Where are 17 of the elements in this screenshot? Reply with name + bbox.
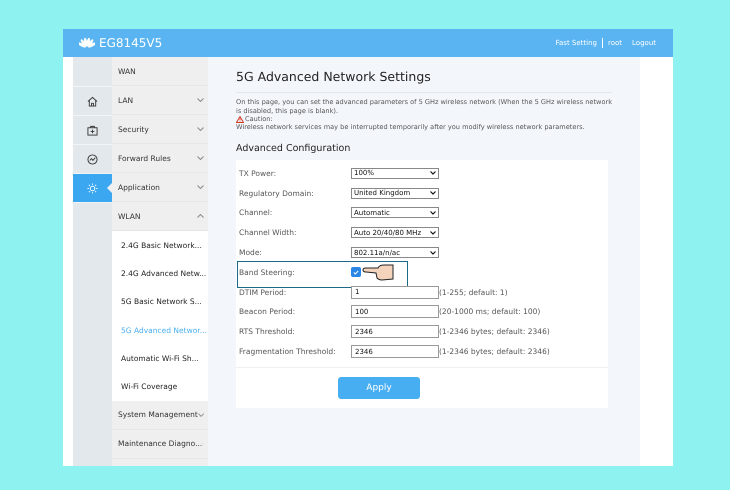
home-icon[interactable] [87, 96, 98, 106]
section-title: Advanced Configuration [236, 142, 352, 154]
caret-icon [430, 250, 436, 255]
settings-icon[interactable] [87, 182, 98, 194]
check-icon [353, 270, 359, 275]
flower-logo-icon [79, 37, 95, 49]
caret-icon [430, 191, 436, 196]
checkbox[interactable] [351, 267, 361, 278]
model-name: EG8145V5 [99, 36, 162, 50]
first-aid-kit-icon[interactable] [87, 124, 98, 136]
gauge-icon[interactable] [87, 154, 98, 164]
warning-icon [236, 116, 244, 122]
page-title: 5G Advanced Network Settings [236, 69, 612, 93]
caret-icon [430, 171, 436, 176]
caret-icon [430, 230, 436, 235]
pointing-hand-icon [362, 264, 394, 282]
caret-icon [430, 210, 436, 215]
